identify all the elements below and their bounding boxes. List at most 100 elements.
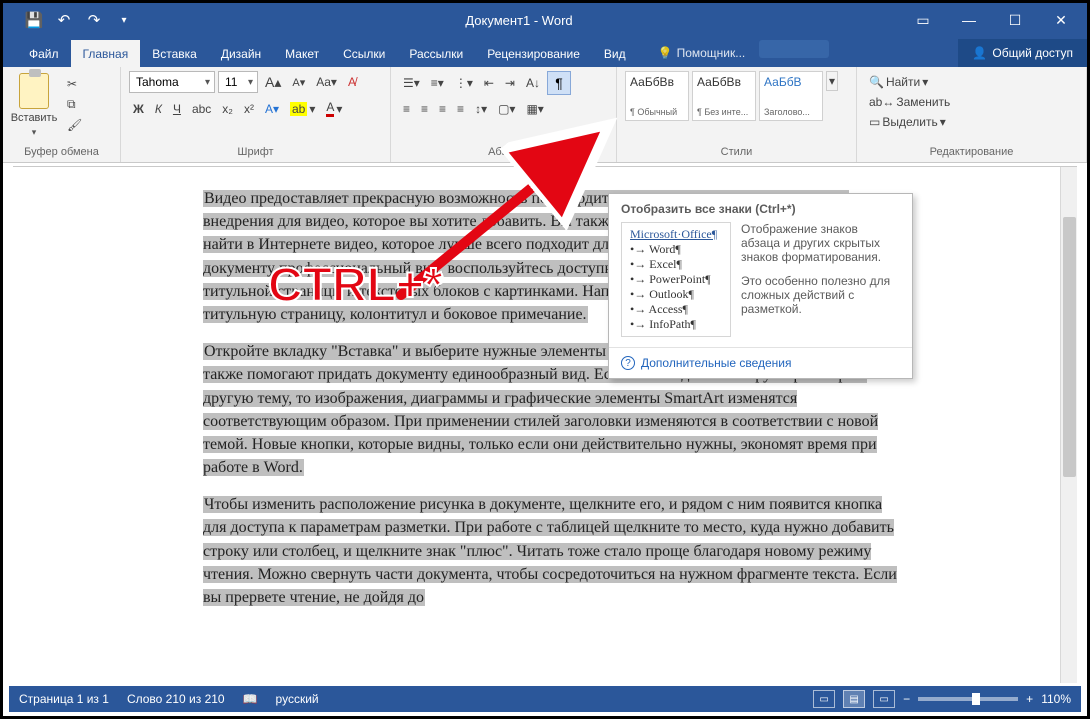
- tooltip-list-item: Excel¶: [649, 257, 682, 271]
- strikethrough-icon[interactable]: abc: [188, 100, 215, 118]
- status-wordcount[interactable]: Слово 210 из 210: [127, 692, 225, 706]
- tooltip-more-info[interactable]: ? Дополнительные сведения: [609, 347, 912, 378]
- align-right-icon[interactable]: ≡: [435, 100, 450, 118]
- clear-formatting-icon[interactable]: A̸: [344, 73, 360, 91]
- grow-font-icon[interactable]: A▴: [261, 72, 285, 93]
- save-icon[interactable]: 💾: [21, 7, 47, 33]
- doc-paragraph-3[interactable]: Чтобы изменить расположение рисунка в до…: [203, 496, 897, 606]
- group-font-label: Шрифт: [129, 144, 382, 160]
- close-icon[interactable]: ✕: [1039, 5, 1083, 35]
- tooltip-description: Отображение знаков абзаца и других скрыт…: [741, 222, 900, 337]
- line-spacing-icon[interactable]: ↕▾: [471, 100, 491, 118]
- numbering-icon[interactable]: ≡▾: [427, 74, 448, 92]
- tab-design[interactable]: Дизайн: [209, 40, 273, 67]
- style-sample: АаБбВв: [630, 75, 684, 89]
- tab-review[interactable]: Рецензирование: [475, 40, 592, 67]
- find-label: Найти: [886, 75, 920, 89]
- tab-view[interactable]: Вид: [592, 40, 638, 67]
- align-justify-icon[interactable]: ≡: [453, 100, 468, 118]
- scrollbar-thumb[interactable]: [1063, 217, 1076, 477]
- format-painter-icon[interactable]: 🖌: [63, 116, 86, 134]
- underline-button[interactable]: Ч: [169, 100, 185, 118]
- status-language[interactable]: русский: [276, 692, 319, 706]
- zoom-in-icon[interactable]: +: [1026, 692, 1033, 706]
- minimize-icon[interactable]: —: [947, 5, 991, 35]
- style-sample: АаБбВ: [764, 75, 818, 89]
- redo-icon[interactable]: ↷: [81, 7, 107, 33]
- style-no-spacing[interactable]: АаБбВв ¶ Без инте...: [692, 71, 756, 121]
- undo-icon[interactable]: ↶: [51, 7, 77, 33]
- font-color-icon[interactable]: A▾: [322, 98, 346, 119]
- subscript-icon[interactable]: x₂: [218, 100, 237, 118]
- vertical-scrollbar[interactable]: [1060, 167, 1077, 683]
- paste-button[interactable]: Вставить ▾: [11, 71, 57, 138]
- group-editing-label: Редактирование: [865, 144, 1078, 160]
- tooltip-title: Отобразить все знаки (Ctrl+*): [609, 194, 912, 222]
- highlight-icon[interactable]: ab▾: [286, 100, 319, 118]
- tooltip-desc-1: Отображение знаков абзаца и других скрыт…: [741, 222, 900, 264]
- tab-insert[interactable]: Вставка: [140, 40, 209, 67]
- tell-me-placeholder: Помощник...: [677, 46, 746, 60]
- style-sample: АаБбВв: [697, 75, 751, 89]
- style-name: ¶ Обычный: [630, 107, 684, 117]
- quick-access-toolbar: 💾 ↶ ↷ ▾: [21, 7, 137, 33]
- account-placeholder[interactable]: [759, 40, 829, 58]
- italic-button[interactable]: К: [151, 100, 166, 118]
- clipboard-icon: [19, 73, 49, 109]
- show-marks-tooltip: Отобразить все знаки (Ctrl+*) Microsoft·…: [608, 193, 913, 379]
- copy-icon[interactable]: ⧉: [63, 95, 86, 114]
- status-proofing-icon[interactable]: 📖: [243, 692, 258, 706]
- group-styles-label: Стили: [625, 144, 848, 160]
- tab-file[interactable]: Файл: [17, 40, 71, 67]
- decrease-indent-icon[interactable]: ⇤: [480, 74, 498, 92]
- maximize-icon[interactable]: ☐: [993, 5, 1037, 35]
- change-case-icon[interactable]: Aa▾: [312, 73, 341, 91]
- zoom-slider-thumb[interactable]: [972, 693, 980, 705]
- select-label: Выделить: [882, 115, 937, 129]
- document-area[interactable]: Видео предоставляет прекрасную возможнос…: [13, 166, 1077, 683]
- bold-button[interactable]: Ж: [129, 100, 148, 118]
- view-read-icon[interactable]: ▭: [813, 690, 835, 708]
- tooltip-more-label: Дополнительные сведения: [641, 356, 791, 370]
- replace-button[interactable]: ab↔ Заменить: [865, 93, 954, 111]
- increase-indent-icon[interactable]: ⇥: [501, 74, 519, 92]
- ribbon-options-icon[interactable]: ▭: [901, 5, 945, 35]
- view-print-icon[interactable]: ▤: [843, 690, 865, 708]
- cut-icon[interactable]: ✂: [63, 75, 86, 93]
- group-paragraph-label: Абзац: [399, 144, 608, 160]
- sort-icon[interactable]: A↓: [522, 74, 544, 92]
- find-button[interactable]: 🔍 Найти ▾: [865, 73, 932, 91]
- zoom-slider[interactable]: [918, 697, 1018, 701]
- tooltip-list-header: Microsoft·Office¶: [630, 227, 722, 242]
- style-normal[interactable]: АаБбВв ¶ Обычный: [625, 71, 689, 121]
- font-size-select[interactable]: 11: [218, 71, 258, 93]
- tell-me-search[interactable]: 💡 Помощник...: [650, 39, 754, 67]
- style-heading1[interactable]: АаБбВ Заголово...: [759, 71, 823, 121]
- shrink-font-icon[interactable]: A▾: [288, 74, 309, 91]
- styles-more-icon[interactable]: ▾: [826, 71, 838, 91]
- tooltip-list-item: Word¶: [649, 242, 681, 256]
- zoom-out-icon[interactable]: −: [903, 692, 910, 706]
- superscript-icon[interactable]: x²: [240, 100, 258, 118]
- share-button[interactable]: 👤 Общий доступ: [958, 39, 1087, 67]
- tooltip-desc-2: Это особенно полезно для сложных действи…: [741, 274, 900, 316]
- tab-layout[interactable]: Макет: [273, 40, 331, 67]
- status-bar: Страница 1 из 1 Слово 210 из 210 📖 русск…: [9, 686, 1081, 712]
- shading-icon[interactable]: ▢▾: [494, 100, 519, 118]
- borders-icon[interactable]: ▦▾: [522, 100, 547, 118]
- status-page[interactable]: Страница 1 из 1: [19, 692, 109, 706]
- text-effects-icon[interactable]: A▾: [261, 100, 283, 118]
- font-name-select[interactable]: Tahoma: [129, 71, 215, 93]
- tab-references[interactable]: Ссылки: [331, 40, 397, 67]
- qat-dropdown-icon[interactable]: ▾: [111, 7, 137, 33]
- tab-home[interactable]: Главная: [71, 40, 141, 67]
- tab-mailings[interactable]: Рассылки: [397, 40, 475, 67]
- multilevel-icon[interactable]: ⋮▾: [451, 74, 477, 92]
- zoom-level[interactable]: 110%: [1041, 692, 1071, 706]
- show-hide-marks-button[interactable]: ¶: [547, 71, 571, 95]
- align-left-icon[interactable]: ≡: [399, 100, 414, 118]
- select-button[interactable]: ▭ Выделить ▾: [865, 113, 950, 131]
- bullets-icon[interactable]: ☰▾: [399, 74, 424, 92]
- align-center-icon[interactable]: ≡: [417, 100, 432, 118]
- view-web-icon[interactable]: ▭: [873, 690, 895, 708]
